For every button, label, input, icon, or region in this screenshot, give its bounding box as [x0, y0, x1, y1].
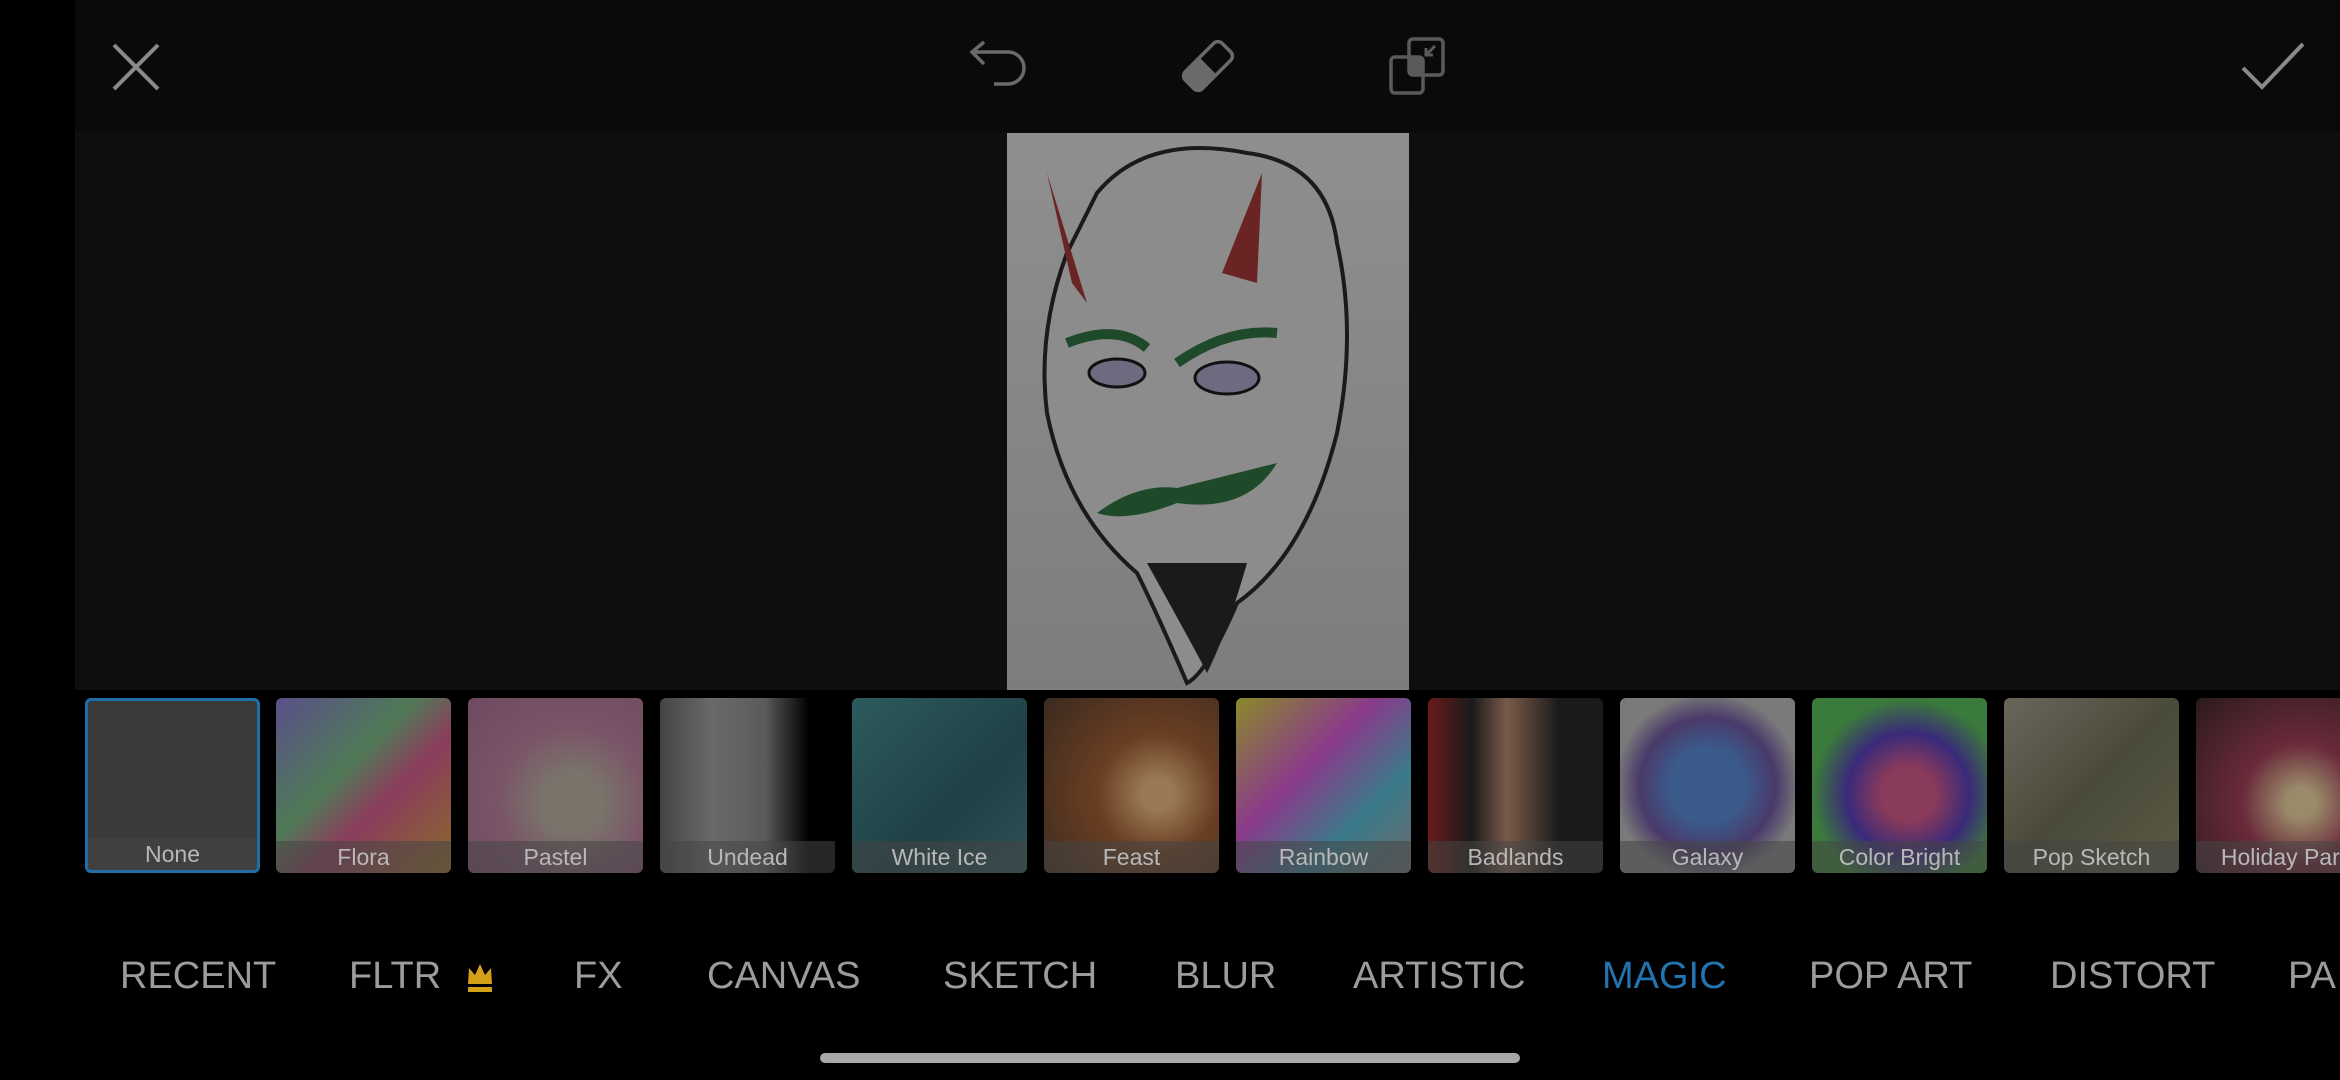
tab-pop-art[interactable]: POP ART — [1809, 955, 1972, 998]
filter-thumb-flora[interactable]: Flora — [276, 698, 451, 873]
filter-thumb-badlands[interactable]: Badlands — [1428, 698, 1603, 873]
filter-thumb-rainbow[interactable]: Rainbow — [1236, 698, 1411, 873]
tab-canvas[interactable]: CANVAS — [707, 955, 860, 998]
filter-label: White Ice — [852, 841, 1027, 873]
filter-thumb-pop-sketch[interactable]: Pop Sketch — [2004, 698, 2179, 873]
filter-label: Badlands — [1428, 841, 1603, 873]
filter-label: Pastel — [468, 841, 643, 873]
filter-thumb-white-ice[interactable]: White Ice — [852, 698, 1027, 873]
tab-magic[interactable]: MAGIC — [1602, 955, 1727, 998]
filter-thumb-color-bright[interactable]: Color Bright — [1812, 698, 1987, 873]
home-indicator[interactable] — [820, 1053, 1520, 1063]
tab-distort[interactable]: DISTORT — [2050, 955, 2215, 998]
tab-fx[interactable]: FX — [574, 955, 623, 998]
photo-preview[interactable] — [1007, 133, 1409, 690]
filter-label: Undead — [660, 841, 835, 873]
filter-thumb-pastel[interactable]: Pastel — [468, 698, 643, 873]
compare-icon[interactable] — [1388, 36, 1448, 96]
tab-blur[interactable]: BLUR — [1175, 955, 1276, 998]
filter-thumb-holiday-party[interactable]: Holiday Part — [2196, 698, 2340, 873]
filter-label: Color Bright — [1812, 841, 1987, 873]
filter-label: Rainbow — [1236, 841, 1411, 873]
filter-thumb-feast[interactable]: Feast — [1044, 698, 1219, 873]
crown-icon — [468, 964, 492, 992]
filter-thumb-galaxy[interactable]: Galaxy — [1620, 698, 1795, 873]
tab-fltr[interactable]: FLTR — [349, 955, 441, 998]
tab-artistic[interactable]: ARTISTIC — [1353, 955, 1525, 998]
filter-strip: None Flora Pastel Undead White Ice Feast… — [0, 698, 2340, 874]
undo-icon[interactable] — [968, 40, 1030, 94]
filter-thumb-undead[interactable]: Undead — [660, 698, 835, 873]
filter-label: Holiday Part — [2196, 841, 2340, 873]
filter-thumb-none[interactable]: None — [85, 698, 260, 873]
tab-recent[interactable]: RECENT — [120, 955, 276, 998]
close-icon[interactable] — [110, 41, 162, 93]
filter-label: Galaxy — [1620, 841, 1795, 873]
eraser-icon[interactable] — [1178, 36, 1238, 96]
devil-sketch-image — [1042, 146, 1349, 686]
filter-label: Feast — [1044, 841, 1219, 873]
filter-label: Flora — [276, 841, 451, 873]
tab-pa[interactable]: PA — [2288, 955, 2336, 998]
filter-label: Pop Sketch — [2004, 841, 2179, 873]
check-icon[interactable] — [2240, 40, 2306, 92]
filter-label: None — [88, 838, 257, 870]
tab-sketch[interactable]: SKETCH — [943, 955, 1097, 998]
